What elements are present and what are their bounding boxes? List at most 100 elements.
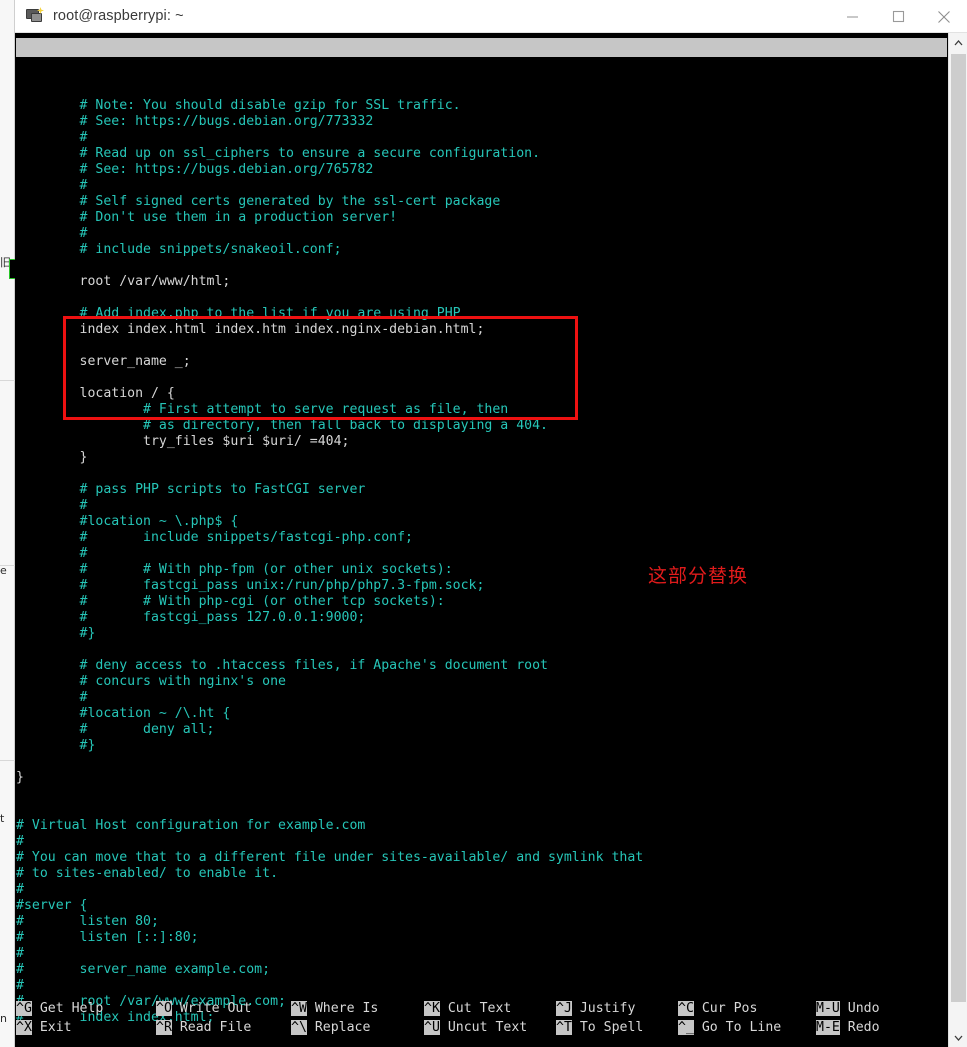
shortcut-item[interactable]: ^X Exit [16,1018,72,1037]
code-line: # [16,690,947,706]
code-line: # include snippets/fastcgi-php.conf; [16,530,947,546]
shortcut-label: Go To Line [693,1020,782,1035]
shortcut-key: M-E [816,1020,840,1035]
shortcut-item[interactable]: M-E Redo [816,1018,880,1037]
code-line-text: # deny access to .htaccess files, if Apa… [16,658,548,673]
code-line: try_files $uri $uri/ =404; [16,434,947,450]
shortcut-item[interactable]: ^G Get Help [16,999,103,1018]
code-line-text: # [16,834,24,849]
shortcut-item[interactable]: ^_ Go To Line [678,1018,781,1037]
code-line [16,338,947,354]
code-line: root /var/www/html; [16,274,947,290]
code-line-text: #server { [16,898,88,913]
code-line-text: # [16,226,88,241]
chevron-down-icon[interactable] [949,1028,967,1047]
background-window-edge[interactable]: 旧 e t n [0,0,15,1047]
close-button[interactable] [921,0,967,33]
code-line [16,642,947,658]
shortcut-key: ^U [424,1020,440,1035]
code-line: # See: https://bugs.debian.org/765782 [16,162,947,178]
minimize-button[interactable] [829,0,875,33]
code-line-text: #location ~ \.php$ { [16,514,239,529]
shortcut-item[interactable]: ^R Read File [156,1018,251,1037]
code-line [16,370,947,386]
code-line: # [16,834,947,850]
code-line-text: # # With php-cgi (or other tcp sockets): [16,594,445,609]
shortcut-label: Exit [31,1020,72,1035]
code-line: # # With php-cgi (or other tcp sockets): [16,594,947,610]
nano-editor-text[interactable]: # Note: You should disable gzip for SSL … [16,98,947,1026]
bg-fragment-1: e [0,564,7,577]
code-line-text: # server_name example.com; [16,962,271,977]
code-line [16,802,947,818]
code-line-text: # First attempt to serve request as file… [16,402,509,417]
maximize-button[interactable] [875,0,921,33]
code-line: # listen [::]:80; [16,930,947,946]
code-line-text: server_name _; [16,354,191,369]
code-line-text: # listen 80; [16,914,159,929]
shortcut-item[interactable]: ^O Write Out [156,999,251,1018]
code-line-text: # [16,130,88,145]
code-line-text: # See: https://bugs.debian.org/765782 [16,162,374,177]
code-line-text: # pass PHP scripts to FastCGI server [16,482,366,497]
code-line: # [16,546,947,562]
code-line: # [16,226,947,242]
bg-divider-1 [0,380,15,381]
code-line-text: try_files $uri $uri/ =404; [16,434,350,449]
code-line-text: # [16,178,88,193]
shortcut-label: Cur Pos [693,1001,758,1016]
shortcut-row: ^G Get Help ^O Write Out ^W Where Is ^K Cut… [16,999,947,1018]
window-titlebar[interactable]: root@raspberrypi: ~ [15,0,967,33]
code-line-text: } [16,770,24,785]
bg-fragment-3: n [0,1012,7,1025]
shortcut-item[interactable]: ^U Uncut Text [424,1018,527,1037]
window-title: root@raspberrypi: ~ [53,8,184,24]
code-line: # fastcgi_pass 127.0.0.1:9000; [16,610,947,626]
shortcut-label: Where Is [306,1001,379,1016]
shortcut-item[interactable]: ^K Cut Text [424,999,511,1018]
terminal-window[interactable]: GNU nano 3.2 /etc/nginx/sites-available/… [15,33,948,1047]
chevron-up-icon[interactable] [949,33,967,52]
vertical-scrollbar[interactable] [948,33,967,1047]
code-line: # [16,978,947,994]
code-line-text: # Add index.php to the list if you are u… [16,306,461,321]
shortcut-label: Cut Text [439,1001,512,1016]
terminal-bottom-edge [15,1043,948,1047]
scrollbar-thumb[interactable] [951,54,966,1002]
shortcut-item[interactable]: ^T To Spell [556,1018,643,1037]
code-line: # [16,498,947,514]
code-line-text: # Don't use them in a production server! [16,210,398,225]
code-line-text: #} [16,738,96,753]
code-line-text: # to sites-enabled/ to enable it. [16,866,279,881]
shortcut-item[interactable]: ^J Justify [556,999,635,1018]
code-line-text: # [16,882,24,897]
code-line-text: # fastcgi_pass unix:/run/php/php7.3-fpm.… [16,578,485,593]
shortcut-item[interactable]: ^W Where Is [291,999,378,1018]
shortcut-label: To Spell [571,1020,644,1035]
shortcut-item[interactable]: ^C Cur Pos [678,999,757,1018]
shortcut-key: ^X [16,1020,32,1035]
shortcut-item[interactable]: ^\ Replace [291,1018,370,1037]
nano-shortcut-bar[interactable]: ^G Get Help ^O Write Out ^W Where Is ^K Cut… [16,999,947,1037]
shortcut-label: Redo [839,1020,880,1035]
shortcut-key: ^R [156,1020,172,1035]
bg-divider-3 [0,760,15,761]
shortcut-row: ^X Exit ^R Read File ^\ Replace ^U Uncut Te… [16,1018,947,1037]
shortcut-label: Uncut Text [439,1020,528,1035]
shortcut-item[interactable]: M-U Undo [816,999,880,1018]
code-line: #location ~ /\.ht { [16,706,947,722]
code-line: # [16,178,947,194]
code-line-text: # [16,978,24,993]
putty-terminal-icon [26,7,44,25]
code-line-text: # You can move that to a different file … [16,850,644,865]
code-line: } [16,770,947,786]
code-line-text: # deny all; [16,722,215,737]
code-line: # concurs with nginx's one [16,674,947,690]
code-line [16,786,947,802]
chinese-annotation-label: 这部分替换 [648,565,749,587]
shortcut-key: ^T [556,1020,572,1035]
